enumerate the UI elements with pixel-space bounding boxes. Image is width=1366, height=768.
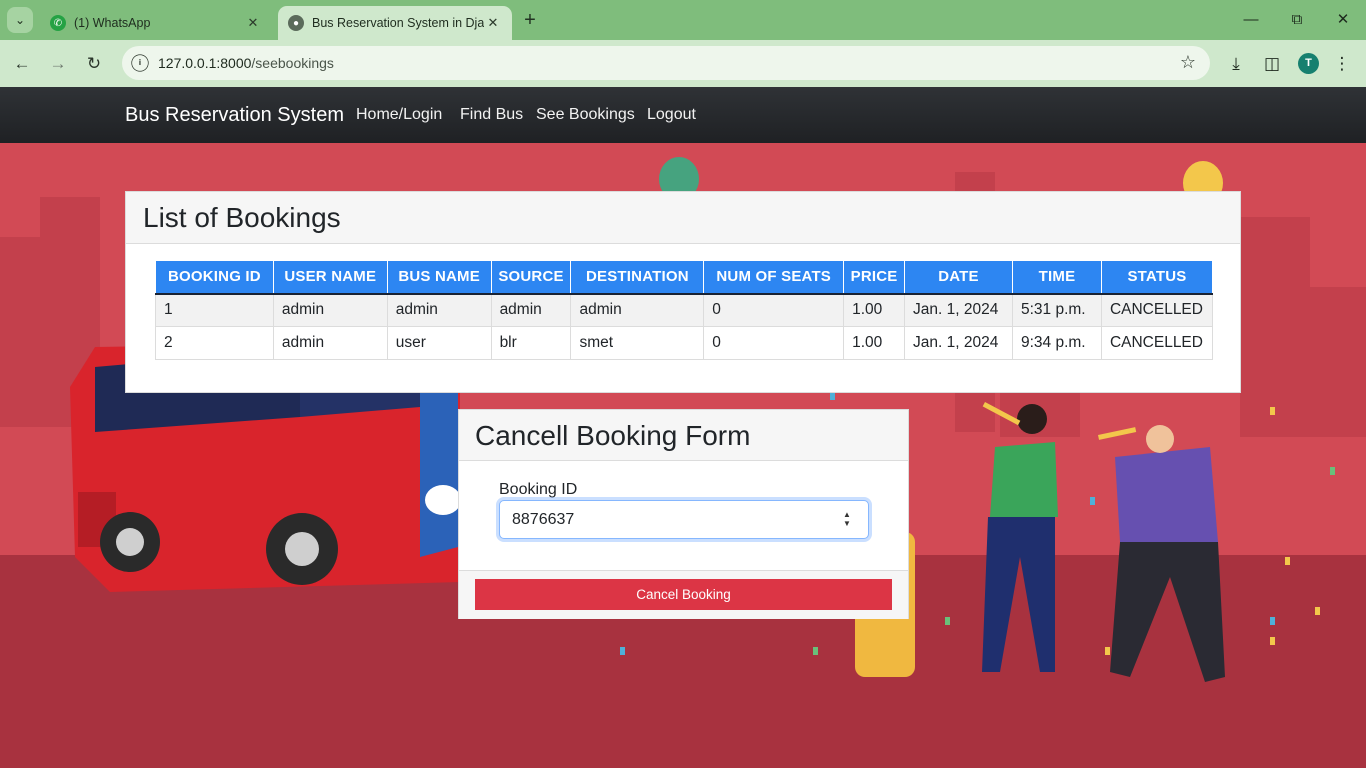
cell-time: 9:34 p.m. <box>1011 326 1102 360</box>
cancel-form-footer: Cancel Booking <box>459 570 908 619</box>
arrow-left-icon: ← <box>13 54 31 73</box>
cell-destination: admin <box>570 293 705 327</box>
new-tab-button[interactable]: + <box>518 9 542 33</box>
close-icon[interactable]: ✕ <box>244 15 262 31</box>
minimize-button[interactable]: — <box>1228 8 1274 32</box>
number-spinner[interactable]: ▲ ▼ <box>841 510 853 530</box>
brand-link[interactable]: Bus Reservation System <box>125 104 344 127</box>
site-navbar: Bus Reservation System Home/Login Find B… <box>0 87 1366 143</box>
globe-icon: ● <box>288 15 304 31</box>
cell-bus-name: user <box>386 326 492 360</box>
cell-time: 5:31 p.m. <box>1011 293 1102 327</box>
page-content: Bus Reservation System Home/Login Find B… <box>0 87 1366 768</box>
browser-toolbar: ← → ↻ i 127.0.0.1:8000/seebookings ☆ ⤓ ◫… <box>0 40 1366 87</box>
cell-status: CANCELLED <box>1100 293 1214 327</box>
browser-tab-bar: ⌄ ✆ (1) WhatsApp ✕ ● Bus Reservation Sys… <box>0 0 1366 40</box>
cell-num-of-seats: 0 <box>703 293 845 327</box>
tab-search-button[interactable]: ⌄ <box>7 7 33 33</box>
col-date: DATE <box>904 260 1013 295</box>
cell-bus-name: admin <box>386 293 492 327</box>
booking-id-label: Booking ID <box>499 481 578 498</box>
arrow-right-icon: → <box>49 54 67 73</box>
bookings-title: List of Bookings <box>126 192 1240 244</box>
col-time: TIME <box>1011 260 1102 295</box>
info-icon[interactable]: i <box>131 54 149 72</box>
address-bar[interactable]: i 127.0.0.1:8000/seebookings ☆ <box>122 46 1210 80</box>
whatsapp-icon: ✆ <box>50 15 66 31</box>
cell-date: Jan. 1, 2024 <box>904 293 1013 327</box>
chevron-down-icon: ⌄ <box>14 13 26 27</box>
cell-status: CANCELLED <box>1100 326 1214 360</box>
tab-title: (1) WhatsApp <box>74 16 151 30</box>
tab-bus-reservation[interactable]: ● Bus Reservation System in Djan ✕ <box>278 6 512 40</box>
nav-logout[interactable]: Logout <box>647 106 696 124</box>
url-path: /seebookings <box>251 55 334 71</box>
col-num-of-seats: NUM OF SEATS <box>703 260 845 295</box>
col-destination: DESTINATION <box>570 260 705 295</box>
booking-id-input[interactable] <box>499 500 869 539</box>
nav-see-bookings[interactable]: See Bookings <box>536 106 635 124</box>
cell-booking-id: 2 <box>155 326 274 360</box>
close-icon[interactable]: ✕ <box>484 15 502 31</box>
cell-booking-id: 1 <box>155 293 274 327</box>
col-bus-name: BUS NAME <box>386 260 492 295</box>
tab-title: Bus Reservation System in Djan <box>312 16 484 30</box>
bookmark-star-icon[interactable]: ☆ <box>1180 52 1196 73</box>
cell-price: 1.00 <box>843 293 906 327</box>
forward-button[interactable]: → <box>45 51 71 77</box>
cancel-form-title: Cancell Booking Form <box>459 410 908 461</box>
url-text: 127.0.0.1:8000/seebookings <box>158 55 334 71</box>
col-booking-id: BOOKING ID <box>155 260 274 295</box>
table-header-row: BOOKING ID USER NAME BUS NAME SOURCE DES… <box>155 260 1214 295</box>
cell-destination: smet <box>570 326 705 360</box>
cell-price: 1.00 <box>843 326 906 360</box>
menu-kebab-icon[interactable]: ⋮ <box>1330 52 1354 76</box>
col-source: SOURCE <box>490 260 572 295</box>
col-price: PRICE <box>843 260 906 295</box>
nav-find-bus[interactable]: Find Bus <box>460 106 523 124</box>
spin-down-icon[interactable]: ▼ <box>841 519 853 528</box>
bookings-table: BOOKING ID USER NAME BUS NAME SOURCE DES… <box>155 260 1214 360</box>
table-row: 2 admin user blr smet 0 1.00 Jan. 1, 202… <box>155 326 1214 360</box>
download-icon[interactable]: ⤓ <box>1224 52 1248 76</box>
bookings-card: List of Bookings BOOKING ID USER NAME BU… <box>125 191 1241 393</box>
col-user-name: USER NAME <box>272 260 388 295</box>
cell-date: Jan. 1, 2024 <box>904 326 1013 360</box>
cancel-booking-button[interactable]: Cancel Booking <box>475 579 892 610</box>
tab-whatsapp[interactable]: ✆ (1) WhatsApp ✕ <box>40 6 272 40</box>
reload-icon: ↻ <box>86 54 102 73</box>
profile-avatar[interactable]: T <box>1298 53 1319 74</box>
table-row: 1 admin admin admin admin 0 1.00 Jan. 1,… <box>155 293 1214 327</box>
reload-button[interactable]: ↻ <box>81 51 107 77</box>
side-panel-icon[interactable]: ◫ <box>1260 52 1284 76</box>
cell-source: admin <box>490 293 572 327</box>
restore-button[interactable]: ⧉ <box>1274 8 1320 32</box>
nav-home-login[interactable]: Home/Login <box>356 106 442 124</box>
cancel-booking-card: Cancell Booking Form Booking ID ▲▼ Cance… <box>458 409 909 619</box>
cell-source: blr <box>490 326 572 360</box>
url-host: 127.0.0.1:8000 <box>158 55 252 71</box>
cell-user-name: admin <box>272 326 388 360</box>
col-status: STATUS <box>1100 260 1214 295</box>
spin-up-icon[interactable]: ▲ <box>841 510 853 519</box>
cell-user-name: admin <box>272 293 388 327</box>
window-close-button[interactable]: ✕ <box>1320 8 1366 32</box>
cell-num-of-seats: 0 <box>703 326 845 360</box>
back-button[interactable]: ← <box>9 51 35 77</box>
